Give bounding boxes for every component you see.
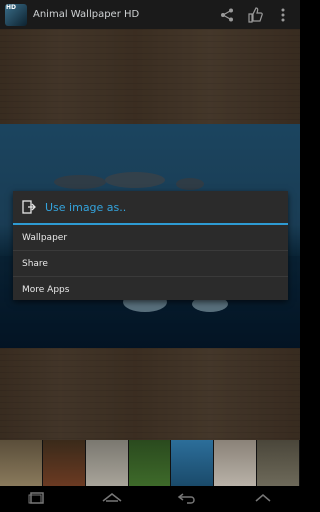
dialog-title: Use image as.. — [45, 200, 127, 214]
app-icon-badge: HD — [6, 3, 17, 11]
app-icon[interactable]: HD — [5, 3, 27, 26]
thumb-bunnies[interactable] — [0, 440, 43, 486]
set-image-icon — [22, 200, 36, 214]
thumb-dolphins[interactable] — [171, 440, 215, 486]
thumb-rabbit[interactable] — [257, 440, 301, 486]
share-icon[interactable] — [216, 4, 238, 26]
thumb-panda[interactable] — [128, 440, 172, 486]
thumb-red-panda[interactable] — [42, 440, 86, 486]
menu-item-more-apps[interactable]: More Apps — [13, 277, 288, 302]
menu-item-share[interactable]: Share — [13, 251, 288, 277]
system-navigation-bar — [0, 486, 300, 512]
thumb-kittens[interactable] — [85, 440, 129, 486]
chevron-up-icon[interactable] — [253, 490, 273, 509]
home-icon[interactable] — [101, 490, 123, 509]
menu-item-wallpaper[interactable]: Wallpaper — [13, 225, 288, 251]
back-icon[interactable] — [177, 490, 199, 509]
overflow-menu-icon[interactable] — [272, 4, 294, 26]
app-title: Animal Wallpaper HD — [33, 9, 140, 20]
dialog-header: Use image as.. — [13, 191, 288, 225]
thumb-cat[interactable] — [214, 440, 258, 486]
thumbnail-strip — [0, 440, 301, 486]
thumbs-up-icon[interactable] — [244, 4, 266, 26]
action-bar: HD Animal Wallpaper HD — [0, 0, 300, 29]
recent-apps-icon[interactable] — [27, 490, 47, 509]
use-image-as-dialog: Use image as.. Wallpaper Share More Apps — [13, 191, 288, 300]
